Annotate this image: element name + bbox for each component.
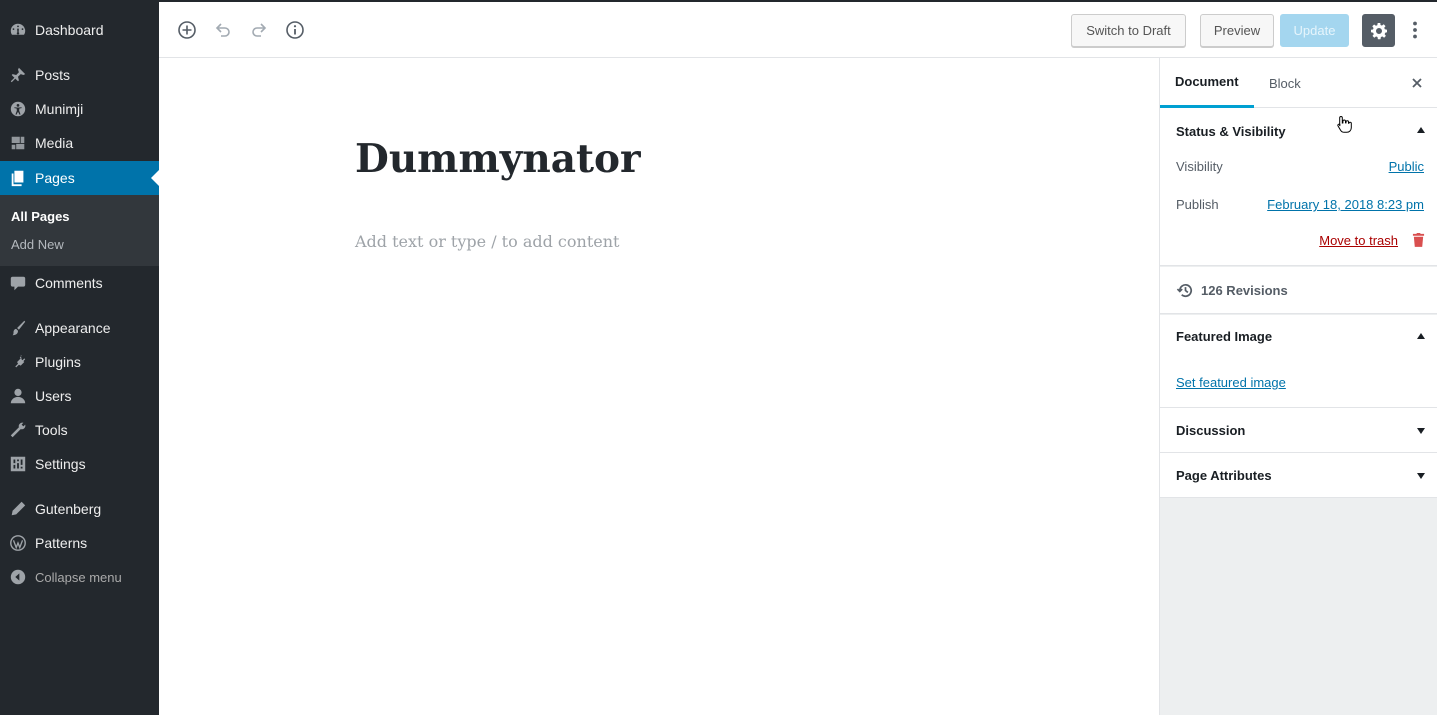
chevron-up-icon[interactable] xyxy=(1417,333,1425,339)
publish-label: Publish xyxy=(1176,197,1219,212)
menu-label: Gutenberg xyxy=(35,501,102,517)
settings-sidebar: Document Block Status & Visibility Visib… xyxy=(1159,58,1437,715)
close-icon[interactable] xyxy=(1410,76,1424,90)
tab-block[interactable]: Block xyxy=(1269,58,1301,108)
menu-item-munimji[interactable]: Munimji xyxy=(0,92,159,126)
menu-item-posts[interactable]: Posts xyxy=(0,58,159,92)
menu-label: Plugins xyxy=(35,354,81,370)
revisions-label: 126 Revisions xyxy=(1201,283,1288,298)
history-icon xyxy=(1176,281,1195,300)
sidebar-tabs: Document Block xyxy=(1160,58,1437,108)
plug-icon xyxy=(0,345,35,379)
menu-label: Posts xyxy=(35,67,71,83)
menu-item-patterns[interactable]: Patterns xyxy=(0,526,159,560)
menu-item-users[interactable]: Users xyxy=(0,379,159,413)
status-visibility-title[interactable]: Status & Visibility xyxy=(1176,124,1286,139)
dashboard-icon xyxy=(0,13,35,47)
info-icon[interactable] xyxy=(283,18,307,42)
menu-label: Dashboard xyxy=(35,22,104,38)
chevron-down-icon[interactable] xyxy=(1417,428,1425,434)
collapse-menu-label: Collapse menu xyxy=(35,569,122,585)
chevron-up-icon[interactable] xyxy=(1417,127,1425,133)
page-attributes-panel[interactable]: Page Attributes xyxy=(1160,453,1437,498)
chevron-down-icon[interactable] xyxy=(1417,473,1425,479)
menu-label: Comments xyxy=(35,275,103,291)
editor-toolbar: Switch to Draft Preview Update xyxy=(159,0,1437,58)
featured-image-title[interactable]: Featured Image xyxy=(1176,329,1272,344)
menu-item-comments[interactable]: Comments xyxy=(0,266,159,300)
settings-button[interactable] xyxy=(1362,14,1395,47)
media-icon xyxy=(0,126,35,160)
editor-canvas: Dummynator Add text or type / to add con… xyxy=(159,58,1159,715)
trash-icon[interactable] xyxy=(1412,232,1425,247)
accessibility-icon xyxy=(0,92,35,126)
page-attributes-title: Page Attributes xyxy=(1176,468,1272,483)
menu-item-plugins[interactable]: Plugins xyxy=(0,345,159,379)
settings-sliders-icon xyxy=(0,447,35,481)
hand-cursor-icon xyxy=(1336,115,1352,133)
menu-item-dashboard[interactable]: Dashboard xyxy=(0,13,159,47)
set-featured-image-link[interactable]: Set featured image xyxy=(1176,375,1286,390)
status-visibility-panel: Status & Visibility Visibility Public Pu… xyxy=(1160,108,1437,266)
comment-icon xyxy=(0,266,35,300)
redo-icon[interactable] xyxy=(247,18,271,42)
publish-date-link[interactable]: February 18, 2018 8:23 pm xyxy=(1267,197,1424,212)
pushpin-icon xyxy=(0,58,35,92)
menu-item-settings[interactable]: Settings xyxy=(0,447,159,481)
add-block-icon[interactable] xyxy=(175,18,199,42)
menu-label: Settings xyxy=(35,456,86,472)
menu-label: Appearance xyxy=(35,320,111,336)
visibility-link[interactable]: Public xyxy=(1389,159,1424,174)
submenu-all-pages[interactable]: All Pages xyxy=(11,209,70,224)
move-to-trash-link[interactable]: Move to trash xyxy=(1319,233,1398,248)
visibility-label: Visibility xyxy=(1176,159,1223,174)
menu-label: Users xyxy=(35,388,72,404)
preview-button[interactable]: Preview xyxy=(1200,14,1274,47)
wordpress-icon xyxy=(0,526,35,560)
switch-to-draft-button[interactable]: Switch to Draft xyxy=(1071,14,1186,47)
menu-label: Munimji xyxy=(35,101,84,117)
collapse-menu-button[interactable]: Collapse menu xyxy=(0,560,159,594)
pencil-icon xyxy=(0,492,35,526)
paintbrush-icon xyxy=(0,311,35,345)
collapse-arrow-icon xyxy=(0,560,35,594)
more-options-icon[interactable] xyxy=(1403,18,1427,42)
menu-item-gutenberg[interactable]: Gutenberg xyxy=(0,492,159,526)
update-button[interactable]: Update xyxy=(1280,14,1349,47)
menu-item-tools[interactable]: Tools xyxy=(0,413,159,447)
menu-item-media[interactable]: Media xyxy=(0,126,159,160)
undo-icon[interactable] xyxy=(211,18,235,42)
menu-item-appearance[interactable]: Appearance xyxy=(0,311,159,345)
gear-icon xyxy=(1369,21,1389,41)
menu-label: Patterns xyxy=(35,535,88,551)
revisions-panel[interactable]: 126 Revisions xyxy=(1160,267,1437,314)
pages-icon xyxy=(0,161,35,195)
wrench-icon xyxy=(0,413,35,447)
discussion-panel[interactable]: Discussion xyxy=(1160,408,1437,453)
menu-label: Tools xyxy=(35,422,68,438)
discussion-title: Discussion xyxy=(1176,423,1246,438)
tab-document[interactable]: Document xyxy=(1160,58,1254,108)
post-title[interactable]: Dummynator xyxy=(355,136,641,182)
block-placeholder[interactable]: Add text or type / to add content xyxy=(355,232,619,251)
menu-item-pages[interactable]: Pages xyxy=(0,161,159,195)
menu-label: Media xyxy=(35,135,74,151)
user-icon xyxy=(0,379,35,413)
featured-image-panel: Featured Image Set featured image xyxy=(1160,315,1437,408)
menu-label: Pages xyxy=(35,170,75,186)
pages-submenu: All Pages Add New xyxy=(0,195,159,266)
submenu-add-new[interactable]: Add New xyxy=(11,237,64,252)
admin-sidebar: Dashboard Posts Munimji Media Pages All … xyxy=(0,0,159,715)
